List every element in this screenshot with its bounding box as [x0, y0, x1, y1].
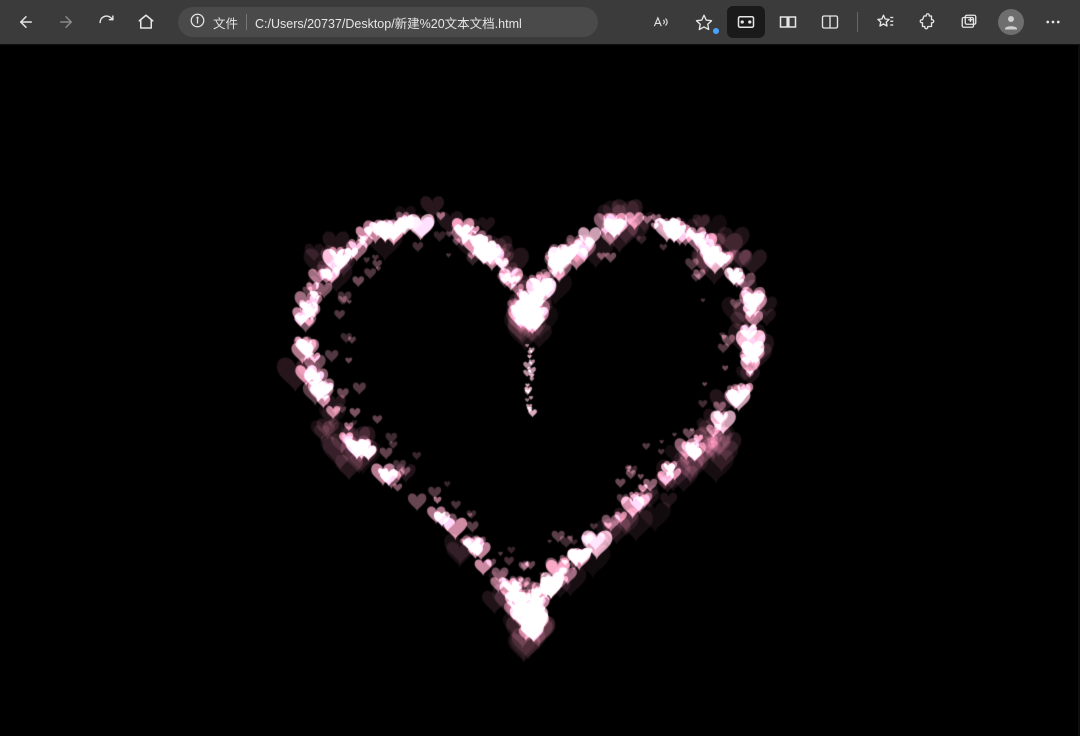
read-aloud-button[interactable]: [643, 6, 681, 38]
puzzle-icon: [918, 13, 936, 31]
star-list-icon: [876, 13, 894, 31]
split-screen-button[interactable]: [811, 6, 849, 38]
star-icon: [695, 13, 713, 31]
split-icon: [821, 14, 839, 30]
menu-button[interactable]: [1034, 6, 1072, 38]
address-prefix: 文件: [213, 13, 238, 32]
ellipsis-icon: [1044, 13, 1062, 31]
address-bar[interactable]: 文件 C:/Users/20737/Desktop/新建%20文本文档.html: [178, 7, 598, 37]
page-info-icon[interactable]: [190, 13, 205, 31]
arrow-left-icon: [17, 13, 35, 31]
address-separator: [246, 14, 247, 30]
avatar-icon: [998, 9, 1024, 35]
refresh-icon: [98, 14, 115, 31]
arrow-right-icon: [57, 13, 75, 31]
tab-plus-icon: [960, 13, 978, 31]
collections-button[interactable]: [769, 6, 807, 38]
forward-button[interactable]: [48, 6, 84, 38]
book-icon: [778, 14, 798, 30]
browser-toolbar: 文件 C:/Users/20737/Desktop/新建%20文本文档.html: [0, 0, 1080, 45]
favorite-button[interactable]: [685, 6, 723, 38]
extensions-button[interactable]: [908, 6, 946, 38]
profile-button[interactable]: [992, 6, 1030, 38]
page-viewport: [0, 45, 1080, 736]
heart-canvas: [0, 45, 1080, 736]
read-aloud-icon: [653, 14, 671, 30]
home-icon: [137, 13, 155, 31]
back-button[interactable]: [8, 6, 44, 38]
devtools-icon: [737, 15, 755, 29]
add-tab-button[interactable]: [950, 6, 988, 38]
refresh-button[interactable]: [88, 6, 124, 38]
address-url: C:/Users/20737/Desktop/新建%20文本文档.html: [255, 13, 586, 32]
favorites-list-button[interactable]: [866, 6, 904, 38]
home-button[interactable]: [128, 6, 164, 38]
devtools-button[interactable]: [727, 6, 765, 38]
toolbar-separator: [857, 12, 858, 32]
